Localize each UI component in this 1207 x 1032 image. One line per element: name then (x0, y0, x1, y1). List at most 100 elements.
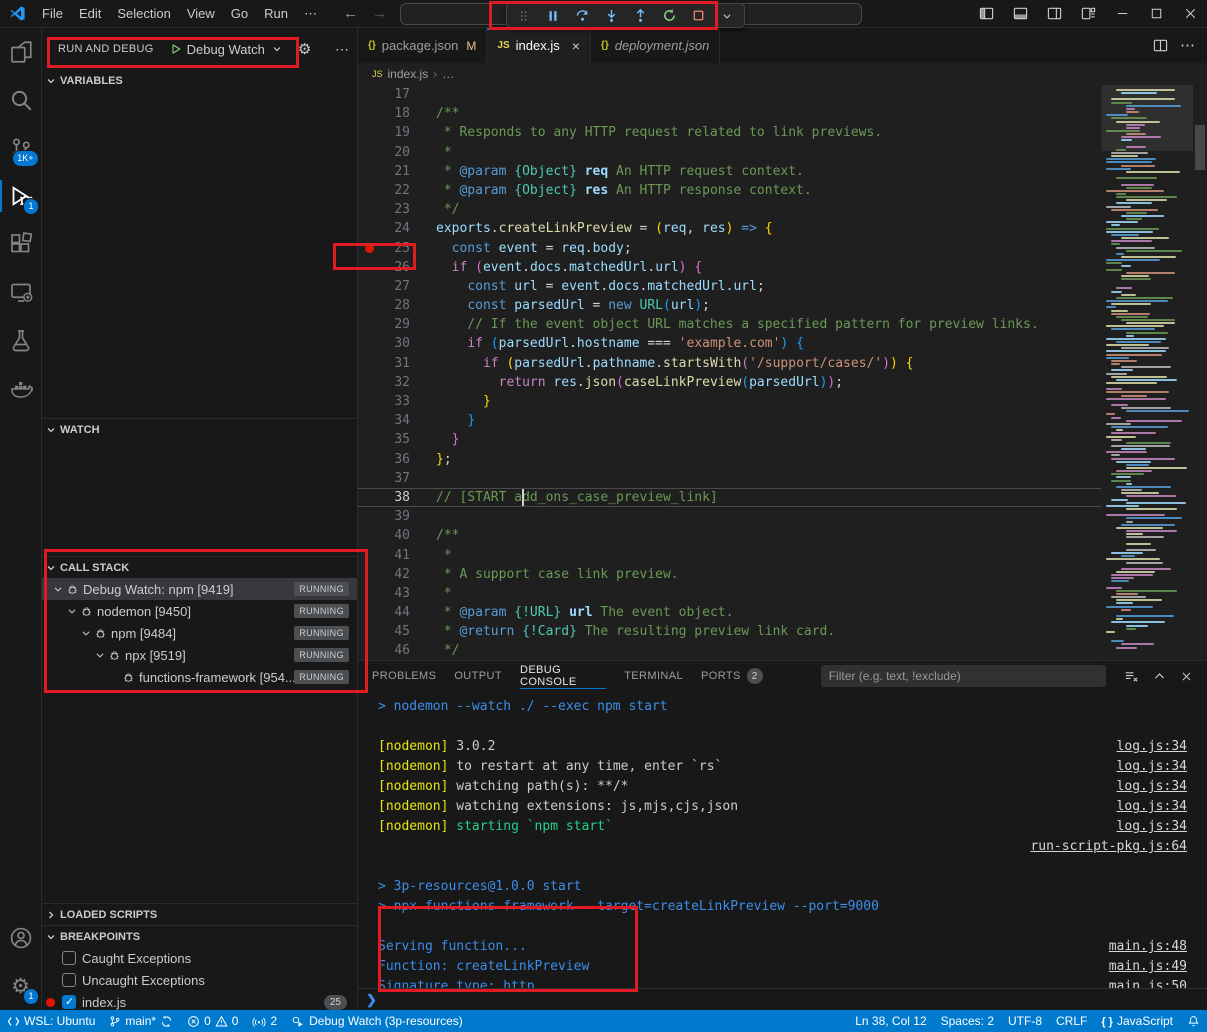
code-line-44[interactable]: 44 * @param {!URL} url The event object. (358, 603, 1101, 622)
call-stack-row[interactable]: nodemon [9450]RUNNING (42, 600, 357, 622)
code-line-35[interactable]: 35 } (358, 430, 1101, 449)
stop-icon[interactable] (686, 5, 710, 26)
chevron-down-icon[interactable] (715, 5, 739, 26)
code-line-20[interactable]: 20 * (358, 143, 1101, 162)
breakpoint-glyph[interactable] (358, 239, 380, 258)
launch-config-dropdown[interactable]: Debug Watch (164, 40, 288, 59)
code-line-43[interactable]: 43 * (358, 584, 1101, 603)
panel-tab-debug-console[interactable]: DEBUG CONSOLE (520, 661, 606, 691)
activity-explorer-icon[interactable] (0, 28, 42, 76)
activity-search-icon[interactable] (0, 76, 42, 124)
code-line-22[interactable]: 22 * @param {Object} res An HTTP respons… (358, 181, 1101, 200)
status-bell-icon[interactable] (1180, 1010, 1207, 1032)
code-line-19[interactable]: 19 * Responds to any HTTP request relate… (358, 123, 1101, 142)
activity-testing-icon[interactable] (0, 316, 42, 364)
call-stack-row[interactable]: npm [9484]RUNNING (42, 622, 357, 644)
panel-tab-problems[interactable]: PROBLEMS (372, 661, 436, 691)
minimap[interactable] (1101, 85, 1193, 660)
source-link[interactable]: log.js:34 (1117, 777, 1187, 797)
step-into-icon[interactable] (599, 5, 623, 26)
back-button[interactable]: ← (343, 5, 358, 22)
code-editor[interactable]: 1718/**19 * Responds to any HTTP request… (358, 85, 1207, 660)
code-line-46[interactable]: 46 */ (358, 641, 1101, 660)
code-line-32[interactable]: 32 return res.json(caseLinkPreview(parse… (358, 373, 1101, 392)
scrollbar-thumb[interactable] (1195, 125, 1205, 170)
tab-index.js[interactable]: JSindex.js× (487, 28, 591, 63)
panel-tab-output[interactable]: OUTPUT (454, 661, 502, 691)
status-ln-38-col-12[interactable]: Ln 38, Col 12 (848, 1010, 933, 1032)
menu-item-run[interactable]: Run (256, 3, 296, 25)
step-out-icon[interactable] (628, 5, 652, 26)
code-line-41[interactable]: 41 * (358, 546, 1101, 565)
status-2[interactable]: 2 (245, 1010, 284, 1032)
source-link[interactable]: log.js:34 (1117, 797, 1187, 817)
breakpoint-row[interactable]: index.js25 (42, 991, 357, 1010)
maximize-button[interactable] (1139, 0, 1173, 27)
activity-run-and-debug-icon[interactable]: 1 (0, 172, 42, 220)
breakpoint-row[interactable]: Uncaught Exceptions (42, 969, 357, 991)
more-actions-icon[interactable]: ⋯ (1180, 36, 1195, 55)
restart-icon[interactable] (657, 5, 681, 26)
code-line-33[interactable]: 33 } (358, 392, 1101, 411)
code-line-27[interactable]: 27 const url = event.docs.matchedUrl.url… (358, 277, 1101, 296)
section-variables[interactable]: VARIABLES (42, 70, 357, 92)
toggle-sidebar-icon[interactable] (969, 0, 1003, 27)
source-link[interactable]: log.js:34 (1117, 737, 1187, 757)
code-line-26[interactable]: 26 if (event.docs.matchedUrl.url) { (358, 258, 1101, 277)
status-spaces-2[interactable]: Spaces: 2 (934, 1010, 1001, 1032)
clear-console-icon[interactable] (1124, 669, 1139, 684)
source-link[interactable]: main.js:48 (1109, 937, 1187, 957)
close-button[interactable] (1173, 0, 1207, 27)
status-0[interactable]: 00 (180, 1010, 245, 1032)
code-line-21[interactable]: 21 * @param {Object} req An HTTP request… (358, 162, 1101, 181)
breakpoint-checkbox[interactable] (62, 951, 76, 965)
call-stack-row[interactable]: npx [9519]RUNNING (42, 644, 357, 666)
call-stack-row[interactable]: functions-framework [954...RUNNING (42, 666, 357, 688)
code-line-36[interactable]: 36}; (358, 450, 1101, 469)
section-watch[interactable]: WATCH (42, 418, 357, 440)
code-line-37[interactable]: 37 (358, 469, 1101, 488)
menu-item-selection[interactable]: Selection (109, 3, 178, 25)
source-link[interactable]: run-script-pkg.js:64 (1030, 837, 1187, 857)
activity-extensions-icon[interactable] (0, 220, 42, 268)
minimize-button[interactable] (1105, 0, 1139, 27)
step-over-icon[interactable] (570, 5, 594, 26)
activity-docker-icon[interactable] (0, 364, 42, 412)
breakpoint-dot-icon[interactable] (365, 244, 374, 253)
call-stack-row[interactable]: Debug Watch: npm [9419]RUNNING (42, 578, 357, 600)
status-utf-8[interactable]: UTF-8 (1001, 1010, 1049, 1032)
code-line-23[interactable]: 23 */ (358, 200, 1101, 219)
code-line-24[interactable]: 24exports.createLinkPreview = (req, res)… (358, 219, 1101, 238)
tab-package.json[interactable]: {}package.jsonM (358, 28, 487, 63)
activity-remote-explorer-icon[interactable] (0, 268, 42, 316)
menu-item-go[interactable]: Go (223, 3, 256, 25)
code-line-18[interactable]: 18/** (358, 104, 1101, 123)
status-crlf[interactable]: CRLF (1049, 1010, 1094, 1032)
status-debug-watch-3p-resources-[interactable]: Debug Watch (3p-resources) (284, 1010, 470, 1032)
debug-settings-gear-icon[interactable]: ⚙ (298, 40, 311, 58)
source-link[interactable]: log.js:34 (1117, 757, 1187, 777)
code-line-28[interactable]: 28 const parsedUrl = new URL(url); (358, 296, 1101, 315)
code-line-31[interactable]: 31 if (parsedUrl.pathname.startsWith('/s… (358, 354, 1101, 373)
activity-settings-icon[interactable]: ⚙1 (0, 962, 42, 1010)
source-link[interactable]: log.js:34 (1117, 817, 1187, 837)
debug-console-input[interactable]: ❯ (358, 988, 1207, 1010)
close-tab-icon[interactable]: × (572, 38, 580, 54)
section-call-stack[interactable]: CALL STACK (42, 556, 357, 578)
chevron-up-icon[interactable] (1153, 670, 1166, 683)
code-line-34[interactable]: 34 } (358, 411, 1101, 430)
panel-tab-ports[interactable]: PORTS2 (701, 661, 763, 691)
code-line-29[interactable]: 29 // If the event object URL matches a … (358, 315, 1101, 334)
forward-button[interactable]: → (372, 5, 387, 22)
activity-account-icon[interactable] (0, 914, 42, 962)
breakpoint-checkbox[interactable] (62, 995, 76, 1009)
status-main-[interactable]: main* (102, 1010, 180, 1032)
editor-scrollbar[interactable] (1193, 85, 1207, 660)
breadcrumb[interactable]: JS index.js › … (358, 63, 1207, 85)
breakpoint-row[interactable]: Caught Exceptions (42, 947, 357, 969)
section-breakpoints[interactable]: BREAKPOINTS (42, 925, 357, 947)
menu-item-more[interactable]: ⋯ (296, 3, 325, 25)
toggle-panel-icon[interactable] (1003, 0, 1037, 27)
code-line-17[interactable]: 17 (358, 85, 1101, 104)
console-filter-input[interactable] (821, 665, 1106, 687)
